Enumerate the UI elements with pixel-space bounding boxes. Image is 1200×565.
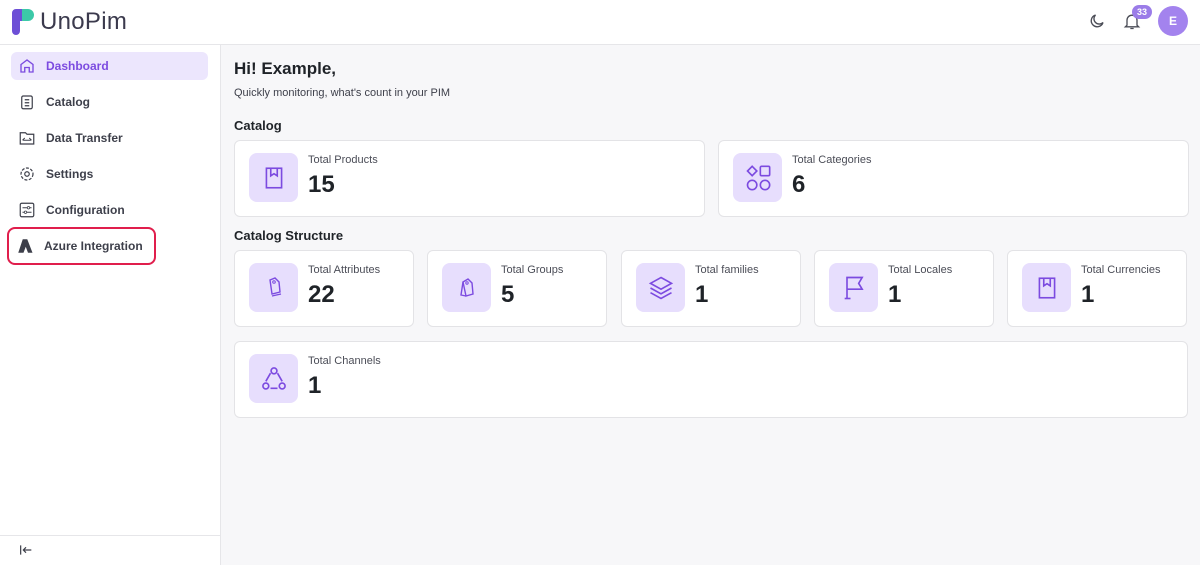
- catalog-structure-heading: Catalog Structure: [234, 228, 344, 243]
- sidebar-item-configuration[interactable]: Configuration: [11, 196, 208, 224]
- folder-transfer-icon: [19, 132, 35, 145]
- logo[interactable]: UnoPim: [10, 8, 127, 36]
- stat-label: Total Currencies: [1081, 264, 1161, 276]
- azure-icon: [18, 239, 33, 253]
- avatar[interactable]: E: [1158, 6, 1188, 36]
- stat-card-locales: Total Locales 1: [814, 250, 994, 327]
- sidebar-item-dashboard[interactable]: Dashboard: [11, 52, 208, 80]
- clipboard-list-icon: [21, 95, 33, 110]
- sidebar-item-azure-integration[interactable]: Azure Integration: [7, 227, 156, 265]
- stat-card-families: Total families 1: [621, 250, 801, 327]
- sidebar-item-label: Azure Integration: [44, 239, 143, 253]
- stat-label: Total Attributes: [308, 264, 381, 276]
- flag-icon: [829, 263, 878, 312]
- stat-card-currencies: Total Currencies 1: [1007, 250, 1187, 327]
- dark-mode-moon-icon[interactable]: [1088, 12, 1106, 30]
- notifications-button[interactable]: 33: [1122, 5, 1153, 31]
- stat-value: 5: [501, 281, 515, 308]
- sidebar-item-label: Data Transfer: [46, 131, 123, 145]
- stat-card-categories: Total Categories 6: [718, 140, 1189, 217]
- app-name: UnoPim: [40, 8, 128, 35]
- gear-icon: [20, 167, 34, 181]
- sidebar-item-settings[interactable]: Settings: [11, 160, 208, 188]
- stat-value: 6: [792, 171, 806, 198]
- stat-card-groups: Total Groups 5: [427, 250, 607, 327]
- sidebar-item-label: Configuration: [46, 203, 125, 217]
- stat-value: 1: [695, 281, 709, 308]
- unopim-logo-icon: [10, 9, 34, 35]
- stat-label: Total Products: [308, 154, 378, 166]
- collapse-arrow-icon: [20, 545, 32, 555]
- stat-value: 1: [888, 281, 902, 308]
- stat-label: Total Locales: [888, 264, 953, 276]
- stat-value: 1: [1081, 281, 1095, 308]
- sidebar-item-label: Catalog: [46, 95, 91, 109]
- catalog-heading: Catalog: [234, 118, 282, 133]
- subtitle: Quickly monitoring, what's count in your…: [234, 87, 451, 99]
- top-header: UnoPim 33 E: [0, 0, 1200, 45]
- dashboard-main: Hi! Example, Quickly monitoring, what's …: [221, 45, 1200, 565]
- notification-badge: 33: [1132, 5, 1153, 19]
- bookmark-book-icon: [1022, 263, 1071, 312]
- sidebar-item-catalog[interactable]: Catalog: [11, 88, 208, 116]
- sliders-icon: [19, 202, 35, 218]
- stat-card-channels: Total Channels 1: [234, 341, 1188, 418]
- stat-label: Total Groups: [501, 264, 564, 276]
- stat-card-products: Total Products 15: [234, 140, 705, 217]
- stat-value: 15: [308, 171, 335, 198]
- sidebar-item-label: Dashboard: [46, 59, 109, 73]
- channels-icon: [249, 354, 298, 403]
- stat-value: 1: [308, 372, 322, 399]
- stat-value: 22: [308, 281, 335, 308]
- tags-icon: [442, 263, 491, 312]
- tag-icon: [249, 263, 298, 312]
- layers-icon: [636, 263, 685, 312]
- sidebar-item-data-transfer[interactable]: Data Transfer: [11, 124, 208, 152]
- sidebar: Dashboard Catalog Data Transfer Settings…: [0, 45, 221, 565]
- greeting: Hi! Example,: [234, 59, 337, 78]
- stat-label: Total Channels: [308, 355, 381, 367]
- stat-card-attributes: Total Attributes 22: [234, 250, 414, 327]
- bookmark-book-icon: [249, 153, 298, 202]
- collapse-sidebar-button[interactable]: [0, 535, 220, 565]
- sidebar-item-label: Settings: [46, 167, 94, 181]
- stat-label: Total families: [695, 264, 759, 276]
- shapes-icon: [733, 153, 782, 202]
- home-icon: [20, 59, 34, 73]
- stat-label: Total Categories: [792, 154, 872, 166]
